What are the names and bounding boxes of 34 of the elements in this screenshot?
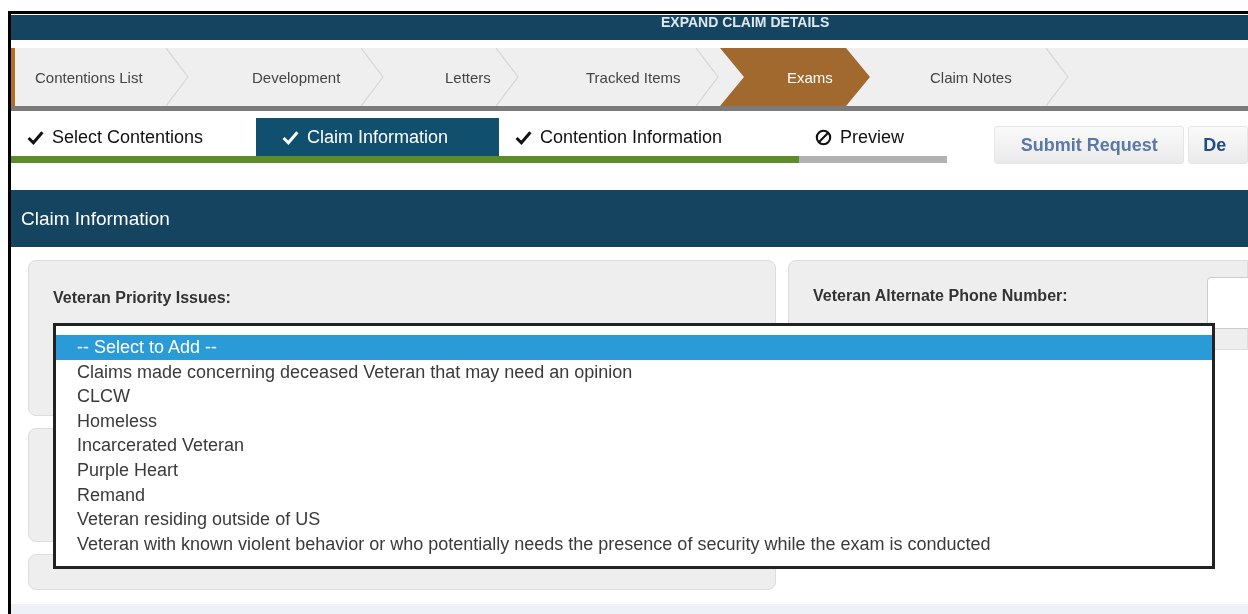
chevron-separator bbox=[361, 48, 385, 106]
breadcrumb-tab[interactable]: Development bbox=[190, 48, 385, 106]
dropdown-option[interactable]: Incarcerated Veteran bbox=[56, 433, 1212, 458]
dropdown-option[interactable]: Homeless bbox=[56, 408, 1212, 434]
check-icon bbox=[515, 128, 532, 146]
dropdown-option[interactable]: Claims made concerning deceased Veteran that may need an opinion bbox=[56, 359, 1212, 385]
chevron-separator bbox=[496, 48, 520, 106]
dropdown-option[interactable]: Veteran with known violent behavior or who potentially needs the presence of security while the exam is conducted bbox=[56, 531, 1212, 557]
section-title: Claim Information bbox=[21, 207, 170, 230]
dropdown-list[interactable] bbox=[53, 323, 1215, 569]
breadcrumb-tab[interactable]: Exams bbox=[720, 48, 870, 106]
dropdown-option[interactable]: Veteran residing outside of US bbox=[56, 507, 1212, 532]
prohibited-icon bbox=[815, 128, 832, 146]
check-icon bbox=[282, 128, 299, 146]
dropdown-option[interactable]: Purple Heart bbox=[56, 457, 1212, 483]
submit-request-button[interactable]: Submit Request bbox=[994, 126, 1185, 164]
wizard-step[interactable]: Claim Information bbox=[256, 118, 499, 156]
dropdown-option[interactable]: CLCW bbox=[56, 384, 1212, 409]
dropdown-option[interactable]: Remand bbox=[56, 482, 1212, 508]
breadcrumb-tab[interactable]: Contentions List bbox=[15, 48, 190, 106]
field-label: Veteran Alternate Phone Number: bbox=[813, 287, 1068, 305]
wizard-step[interactable]: Contention Information bbox=[499, 118, 799, 156]
chevron-separator bbox=[1046, 48, 1070, 106]
action-button[interactable]: De bbox=[1188, 126, 1248, 164]
expand-claim-details-link[interactable]: EXPAND CLAIM DETAILS bbox=[661, 14, 830, 30]
wizard-step[interactable]: Select Contentions bbox=[11, 118, 256, 156]
check-icon bbox=[27, 128, 44, 146]
breadcrumb-tab[interactable]: Tracked Items bbox=[520, 48, 720, 106]
breadcrumb-tab[interactable]: Letters bbox=[385, 48, 520, 106]
chevron-separator bbox=[166, 48, 190, 106]
chevron-separator bbox=[696, 48, 720, 106]
field-label: Veteran Priority Issues: bbox=[53, 289, 231, 306]
wizard-step[interactable]: Preview bbox=[799, 118, 947, 156]
breadcrumb-tab[interactable]: Claim Notes bbox=[870, 48, 1070, 106]
